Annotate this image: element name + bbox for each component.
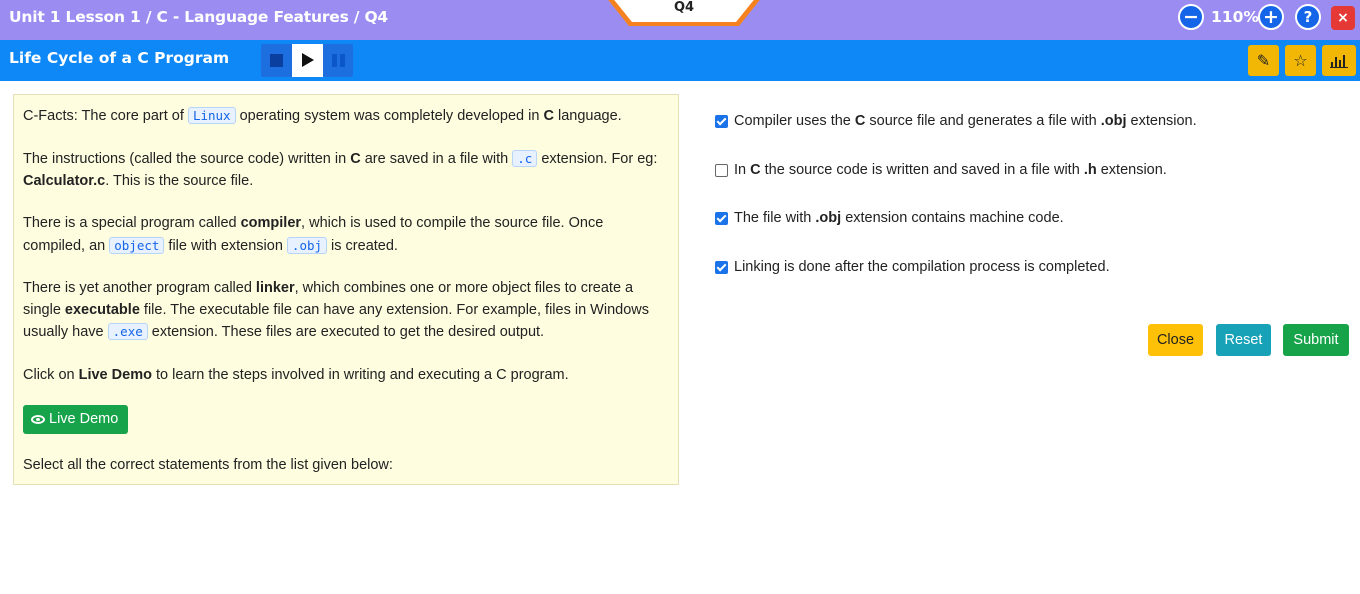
live-demo-button[interactable]: Live Demo <box>23 405 128 434</box>
pause-icon <box>332 54 337 67</box>
code-obj-ext: .obj <box>286 236 328 254</box>
code-exe-ext: .exe <box>107 323 148 340</box>
option-4-checkbox[interactable] <box>715 261 728 274</box>
lesson-title: Life Cycle of a C Program <box>9 49 230 67</box>
stop-button[interactable] <box>261 44 292 77</box>
source-code-paragraph: The instructions (called the source code… <box>23 150 658 189</box>
code-c-ext: .c <box>512 150 538 167</box>
question-tab-label: Q4 <box>673 0 695 15</box>
bar-chart-icon[interactable] <box>1322 45 1356 76</box>
zoom-out-icon[interactable]: − <box>1178 4 1204 30</box>
info-card: C-Facts: The core part of Linux operatin… <box>13 94 679 485</box>
play-button[interactable] <box>292 44 323 77</box>
code-object: object <box>109 236 165 254</box>
play-icon <box>302 53 314 67</box>
star-icon[interactable]: ☆ <box>1285 45 1316 76</box>
option-1-checkbox[interactable] <box>715 115 728 128</box>
eye-icon <box>31 415 45 424</box>
code-linux: Linux <box>187 107 236 124</box>
title-bar: Life Cycle of a C Program ✎ ☆ <box>0 40 1360 81</box>
live-demo-paragraph: Click on Live Demo to learn the steps in… <box>23 367 569 383</box>
instruction-text: Select all the correct statements from t… <box>23 457 393 473</box>
pencil-icon[interactable]: ✎ <box>1248 45 1279 76</box>
linker-paragraph: There is yet another program called link… <box>23 280 649 340</box>
help-icon[interactable]: ? <box>1295 4 1321 30</box>
media-controls <box>261 44 353 77</box>
option-3-checkbox[interactable] <box>715 212 728 225</box>
breadcrumb: Unit 1 Lesson 1 / C - Language Features … <box>9 8 389 26</box>
zoom-in-icon[interactable]: + <box>1258 4 1284 30</box>
zoom-level: 110% <box>1211 8 1259 26</box>
stop-icon <box>270 54 283 67</box>
pause-button[interactable] <box>323 44 354 77</box>
close-button[interactable]: Close <box>1148 324 1203 356</box>
compiler-paragraph: There is a special program called compil… <box>23 215 604 254</box>
fact-paragraph: C-Facts: The core part of Linux operatin… <box>23 107 622 124</box>
reset-button[interactable]: Reset <box>1216 324 1271 356</box>
option-2-checkbox[interactable] <box>715 164 728 177</box>
question-tab[interactable]: Q4 <box>605 0 763 29</box>
submit-button[interactable]: Submit <box>1283 324 1349 356</box>
close-window-button[interactable]: × <box>1331 6 1355 30</box>
